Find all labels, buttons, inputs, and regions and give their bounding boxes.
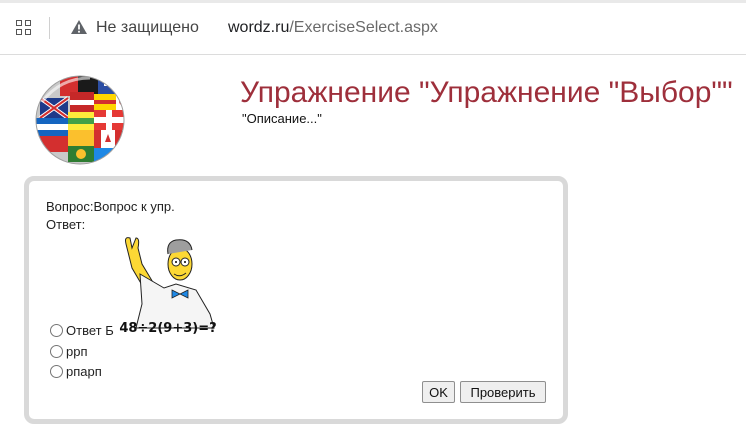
url-path: /ExerciseSelect.aspx [289,19,438,36]
tabs-icon[interactable] [16,20,32,36]
security-status[interactable]: Не защищено [96,19,199,37]
warning-icon[interactable] [70,19,88,35]
answer-option[interactable]: ррп [50,344,88,359]
answer-option-label: рпарп [66,364,102,379]
check-button[interactable]: Проверить [460,381,546,403]
answer-label: Ответ: [46,217,86,232]
answer-option-label: ррп [66,344,88,359]
ok-button[interactable]: OK [422,381,455,403]
url-host: wordz.ru [228,19,290,36]
page-description: "Описание..." [242,111,322,126]
answer-radio[interactable] [50,345,63,358]
image-equation: 48÷2(9+3)=? [119,321,216,336]
question-text: Вопрос:Вопрос к упр. [46,199,175,214]
url-field[interactable]: wordz.ru/ExerciseSelect.aspx [228,19,438,37]
professor-math-puzzle-image: 48÷2(9+3)=? [118,234,218,338]
window-top-border [0,0,746,3]
answer-radio[interactable] [50,365,63,378]
toolbar-separator [49,17,50,39]
browser-address-bar: Не защищено wordz.ru/ExerciseSelect.aspx [0,0,746,55]
answer-option-label: Ответ Б [66,323,114,338]
answer-option[interactable]: Ответ Б [50,323,114,338]
answer-radio[interactable] [50,324,63,337]
answer-option[interactable]: рпарп [50,364,102,379]
page-title: Упражнение "Упражнение "Выбор"" [240,76,733,109]
flags-globe-logo [35,75,125,165]
